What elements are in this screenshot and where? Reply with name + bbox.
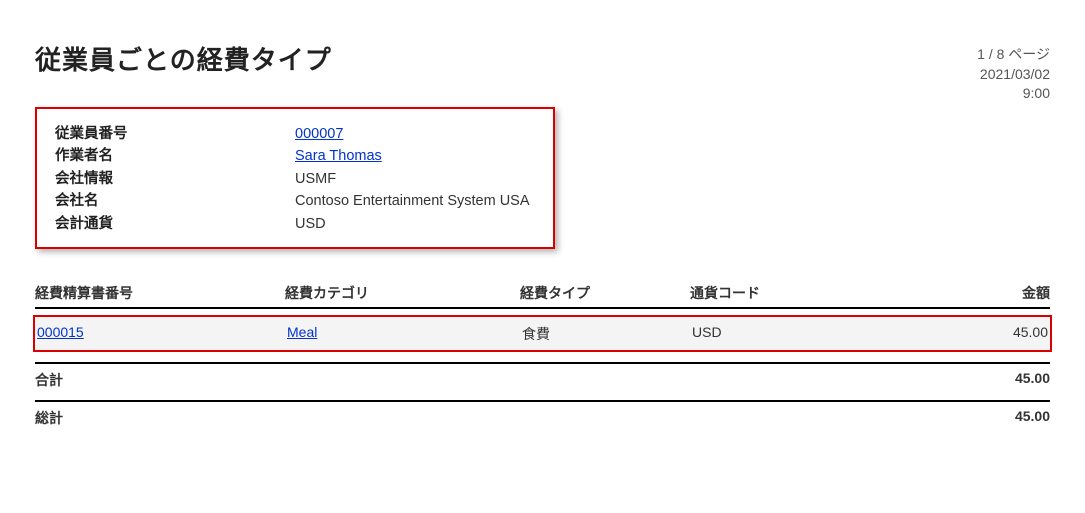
employee-info-box: 従業員番号 000007 作業者名 Sara Thomas 会社情報 USMF … [35,107,555,249]
report-no-link[interactable]: 000015 [37,324,84,340]
label-company-name: 会社名 [55,190,295,212]
label-company-info: 会社情報 [55,168,295,190]
table-row: 000015 Meal 食費 USD 45.00 [33,315,1052,352]
report-header: 従業員ごとの経費タイプ 1 / 8 ページ 2021/03/02 9:00 [35,40,1050,77]
employee-no-link[interactable]: 000007 [295,126,343,142]
page-indicator: 1 / 8 ページ [977,45,1050,65]
report-title: 従業員ごとの経費タイプ [35,40,1050,77]
label-employee-no: 従業員番号 [55,123,295,145]
th-type: 経費タイプ [520,283,690,303]
expense-table: 経費精算書番号 経費カテゴリ 経費タイプ 通貨コード 金額 000015 Mea… [35,283,1050,428]
worker-name-link[interactable]: Sara Thomas [295,148,382,164]
th-currency: 通貨コード [690,283,860,303]
label-worker-name: 作業者名 [55,145,295,167]
report-time: 9:00 [977,84,1050,104]
label-accounting-currency: 会計通貨 [55,213,295,235]
th-category: 経費カテゴリ [285,283,520,303]
report-date: 2021/03/02 [977,65,1050,85]
value-company-name: Contoso Entertainment System USA [295,190,535,212]
cell-currency: USD [692,324,862,344]
value-accounting-currency: USD [295,213,535,235]
subtotal-value: 45.00 [285,370,1050,390]
info-row-company-name: 会社名 Contoso Entertainment System USA [55,190,535,212]
value-company-info: USMF [295,168,535,190]
grand-label: 総計 [35,408,285,428]
table-header: 経費精算書番号 経費カテゴリ 経費タイプ 通貨コード 金額 [35,283,1050,309]
page-meta: 1 / 8 ページ 2021/03/02 9:00 [977,45,1050,104]
subtotal-label: 合計 [35,370,285,390]
th-amount: 金額 [860,283,1050,303]
grand-total-row: 総計 45.00 [35,400,1050,428]
grand-value: 45.00 [285,408,1050,428]
info-row-accounting-currency: 会計通貨 USD [55,213,535,235]
info-row-employee-no: 従業員番号 000007 [55,123,535,145]
category-link[interactable]: Meal [287,324,317,340]
cell-amount: 45.00 [862,324,1048,344]
info-row-company-info: 会社情報 USMF [55,168,535,190]
subtotal-row: 合計 45.00 [35,362,1050,390]
cell-type: 食費 [522,324,692,344]
info-row-worker-name: 作業者名 Sara Thomas [55,145,535,167]
th-report-no: 経費精算書番号 [35,283,285,303]
